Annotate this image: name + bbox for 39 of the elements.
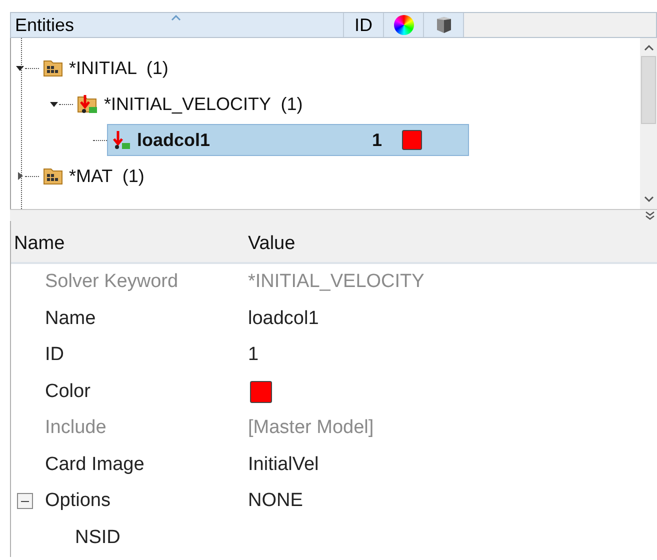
- property-name: NSID: [75, 526, 120, 550]
- property-name: Color: [45, 380, 90, 404]
- color-wheel-icon: [394, 15, 414, 35]
- id-value: 1: [372, 128, 382, 152]
- cube-icon: [434, 16, 452, 34]
- property-name: ID: [45, 343, 64, 367]
- scroll-thumb[interactable]: [641, 56, 656, 124]
- color-swatch[interactable]: [250, 380, 272, 403]
- arrow-load-icon: [111, 130, 131, 150]
- property-value[interactable]: InitialVel: [248, 450, 319, 479]
- tree-item[interactable]: *MAT (1): [39, 160, 152, 192]
- column-header[interactable]: Name: [11, 230, 248, 258]
- property-name: Card Image: [45, 452, 144, 476]
- property-value[interactable]: NONE: [248, 487, 303, 516]
- folder-icon: [43, 58, 63, 78]
- column-header[interactable]: Entities: [11, 13, 344, 37]
- property-name: Solver Keyword: [45, 270, 178, 294]
- tree-item[interactable]: *INITIAL (1): [39, 52, 176, 84]
- property-value[interactable]: 1: [248, 341, 259, 370]
- property-name: Name: [45, 306, 96, 330]
- scroll-down-icon: [644, 195, 654, 203]
- tree-item[interactable]: loadcol1 1: [107, 124, 469, 156]
- double-chevron-icon: [645, 211, 655, 220]
- property-name: Include: [45, 416, 106, 440]
- column-header[interactable]: ID: [344, 13, 384, 37]
- folder-arrow-icon: [77, 94, 98, 114]
- column-header[interactable]: [384, 13, 424, 37]
- expanded-arrow-icon[interactable]: [49, 99, 59, 109]
- collapse-icon[interactable]: [17, 493, 33, 510]
- scroll-up-icon: [644, 44, 654, 52]
- property-value[interactable]: loadcol1: [248, 304, 319, 333]
- property-name: Options: [45, 489, 110, 513]
- column-header[interactable]: Value: [248, 230, 296, 258]
- collapsed-arrow-icon[interactable]: [15, 171, 25, 181]
- folder-icon: [43, 166, 63, 186]
- tree-item[interactable]: *INITIAL_VELOCITY (1): [73, 88, 310, 120]
- expanded-arrow-icon[interactable]: [15, 63, 25, 73]
- scrollbar[interactable]: [640, 38, 657, 209]
- column-header[interactable]: [424, 13, 464, 37]
